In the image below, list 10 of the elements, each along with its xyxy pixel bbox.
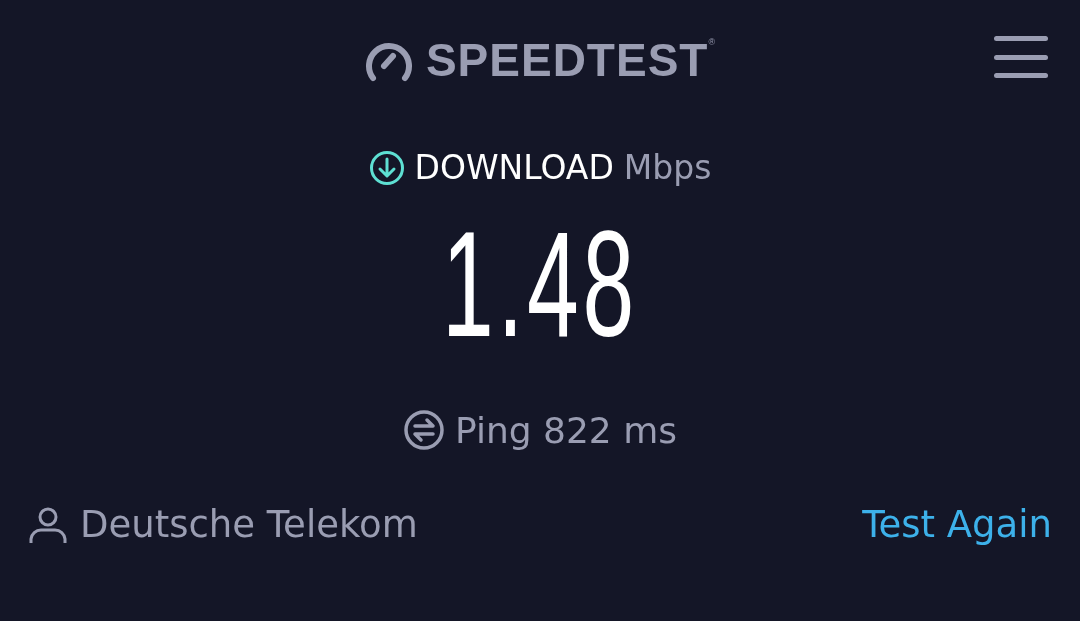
ping-text: Ping 822 ms [455, 409, 677, 451]
provider-name: Deutsche Telekom [80, 503, 418, 546]
unit-label: Mbps [623, 148, 712, 187]
download-icon [368, 149, 405, 186]
test-again-link[interactable]: Test Again [862, 503, 1052, 546]
ping-icon [403, 409, 445, 451]
speed-value: 1.48 [442, 209, 638, 359]
download-label: DOWNLOAD [414, 148, 614, 187]
logo-text: SPEEDTEST$^{®}$ [425, 33, 717, 87]
menu-button[interactable] [994, 36, 1048, 78]
